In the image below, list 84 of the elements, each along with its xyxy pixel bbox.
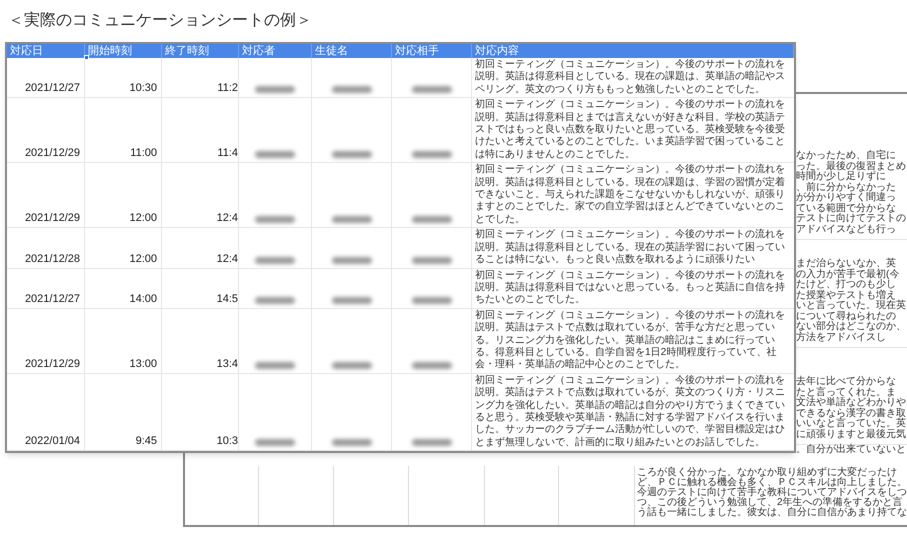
blurred-text xyxy=(255,296,295,304)
table-cell-text: 14:5 xyxy=(216,292,238,307)
cell-text-line: 。自分が出来ていないと xyxy=(796,445,907,456)
table-cell-text: 10:3 xyxy=(216,435,238,450)
selection-handle-icon[interactable] xyxy=(84,55,89,60)
table-cell-text: 初回ミーティング（コミュニケーション）。今後のサポートの流れを説明。英語は得意科目としている。現在の課題は、英単語の暗記やスペリング。英文のつくり方ももっと勉強したいとのことでした。 xyxy=(474,58,786,97)
table-cell-text: 14:00 xyxy=(129,292,157,307)
table-cell-text: 2021/12/27 xyxy=(24,82,80,96)
table-cell-text: 12:4 xyxy=(216,212,238,226)
table-cell-text: 11:2 xyxy=(217,82,238,96)
blurred-text xyxy=(332,256,372,264)
table-cell-text: 13:00 xyxy=(129,358,157,372)
column-header: 生徒名 xyxy=(312,44,392,58)
blurred-text xyxy=(255,362,295,369)
page-title: ＜実際のコミュニケーションシートの例＞ xyxy=(8,10,312,31)
blurred-text xyxy=(412,86,452,94)
cell-text-line: ている範囲で分からな xyxy=(796,204,897,214)
cell-text-line: つ、この後どういう勉強して、2年生への準備をするかと言 xyxy=(637,498,903,508)
blurred-text xyxy=(332,151,372,158)
table-cell-text: 9:45 xyxy=(136,435,157,450)
table-cell-text: 12:00 xyxy=(129,252,157,266)
column-header: 対応者 xyxy=(239,44,312,58)
blurred-text xyxy=(412,296,452,304)
column-header: 対応相手 xyxy=(392,44,472,58)
column-header: 対応内容 xyxy=(472,44,794,58)
cell-text-line: が分かりやすく間違っ xyxy=(796,193,897,203)
cell-text-line: う話も一緒にしました。彼女は、自分に自信があまり持てな xyxy=(637,508,907,518)
blurred-text xyxy=(332,86,372,94)
blurred-text xyxy=(332,296,372,304)
blurred-text xyxy=(412,362,452,369)
cell-text-line: 今週のテストに向けて苦手な教科についてアドバイスをしつ xyxy=(637,488,907,498)
table-cell-text: 2021/12/27 xyxy=(24,292,80,307)
cell-text-line: テストに向けてテストの xyxy=(796,214,907,224)
blurred-text xyxy=(412,216,452,224)
blurred-text xyxy=(412,151,452,158)
table-cell-text: 2022/01/04 xyxy=(24,435,80,450)
blurred-text xyxy=(255,86,295,94)
table-cell-text: 2021/12/29 xyxy=(24,358,80,372)
table-cell-text: 初回ミーティング（コミュニケーション）。今後のサポートの流れを説明。英語は得意科目としている。現在の課題は、学習の習慣が定着できないこと。与えられた課題をこなせないかもしれないが、頑張りますとのことでした。家での自立学習はほとんどできていないとのことでした。 xyxy=(474,163,786,227)
cell-text-line: なかったため、自宅に xyxy=(796,151,897,161)
blurred-text xyxy=(255,216,295,224)
table-cell-text: 初回ミーティング（コミュニケーション）。今後のサポートの流れを説明。英語は得意科目とまでは言えないが好きな科目。学校の英語テストではもっと良い点数を取りたいと思っている。英検受験を今後受けたいと考えているとのことでした。いま英語学習で困っていることは特にありませんとのことでした。 xyxy=(474,98,786,162)
blurred-text xyxy=(332,439,372,446)
table-cell-text: 初回ミーティング（コミュニケーション）。今後のサポートの流れを説明。英語は得意科目としている。現在の英語学習において困っていることは特にない。もっと良い点数を取れるように頑張りたい xyxy=(474,228,786,268)
cell-text-line: 方法をアドバイスし xyxy=(796,332,887,343)
table-cell-text: 初回ミーティング（コミュニケーション）。今後のサポートの流れを説明。英語はテストで点数は取れているが、苦手な方だと思っている。リスニング力を強化したい。英単語の暗記はこまめに行っている。得意科目としている。自学自習を1日2時間程度行っていて、社会・理科・英単語の暗記中心とのことでした。 xyxy=(474,308,786,372)
cell-text-line: 文法や単語などわかりや xyxy=(796,398,907,408)
cell-text-line: ない部分はどこなのか、 xyxy=(796,322,907,332)
table-cell-text: 12:00 xyxy=(129,212,157,226)
blurred-text xyxy=(412,439,452,446)
table-cell-text: 初回ミーティング（コミュニケーション）。今後のサポートの流れを説明。英語はテストで点数は取れているが、英文のつくり方・リスニング力を強化したい。英単語の暗記は自分のやり方でうまくできていると思う。英検受験や英単語・熟語に対する学習アドバイスを行いました。サッカーのクラブチーム活動が忙しいので、学習目標設定はひとまず無理しないで、計画的に取り組みたいとのお話しでした。 xyxy=(474,374,786,450)
cell-text-line: 去年に比べて分からな xyxy=(796,377,897,387)
cell-text-line: について尋ねられたの xyxy=(796,312,897,322)
blurred-text xyxy=(332,362,372,369)
blurred-text xyxy=(255,256,295,264)
cell-text-line: まだ治らないなか、英 xyxy=(796,259,897,269)
table-cell-text: 11:00 xyxy=(130,147,157,162)
blurred-text xyxy=(332,216,372,224)
cell-text-line: できるなら漢字の書き取 xyxy=(796,408,907,418)
cell-text-line: たけど、打つのも少し xyxy=(796,280,896,290)
table-cell-text: 初回ミーティング（コミュニケーション）。今後のサポートの流れを説明。英語は得意科目ではないと思っている。もっと英語に自信を持ちたいとのことでした。 xyxy=(474,268,786,308)
cell-text-line: た授業やテストも増え xyxy=(796,290,896,300)
blurred-text xyxy=(412,256,452,264)
cell-text-line: 、前に分からなかった xyxy=(796,182,897,192)
blurred-text xyxy=(255,439,295,446)
cell-text-line: ど、ＰＣに触れる機会も多く、ＰＣスキルは向上しました。 xyxy=(637,478,907,488)
table-cell-text: 2021/12/29 xyxy=(24,212,80,226)
cell-text-line: アドバイスなども行っ xyxy=(796,224,897,235)
table-cell-text: 11:4 xyxy=(217,147,238,162)
cell-text-line: いいなと言っていた。英 xyxy=(796,419,907,429)
blurred-text xyxy=(255,151,295,158)
table-cell-text: 12:4 xyxy=(216,252,238,266)
cell-text-line: の入力が苦手で最初(今 xyxy=(796,270,900,280)
cell-text-line: に頑張りますと最後元気 xyxy=(796,430,907,440)
column-header: 終了時刻 xyxy=(162,44,239,58)
table-cell-text: 2021/12/28 xyxy=(24,252,80,266)
cell-text-line: ころが良く分かった。なかなか取り組めずに大変だったけ xyxy=(637,468,898,478)
cell-text-line: いと言っていた。現在英 xyxy=(796,301,907,311)
cell-text-line: 時間が少し足りずに xyxy=(796,172,887,182)
table-cell-text: 13:4 xyxy=(216,358,238,372)
table-cell-text: 2021/12/29 xyxy=(24,147,80,162)
cell-text-line: った。最後の復習まとめ xyxy=(796,162,907,172)
table-cell-text: 10:30 xyxy=(129,82,157,96)
cell-text-line: たと言ってくれた。ま xyxy=(796,388,897,398)
